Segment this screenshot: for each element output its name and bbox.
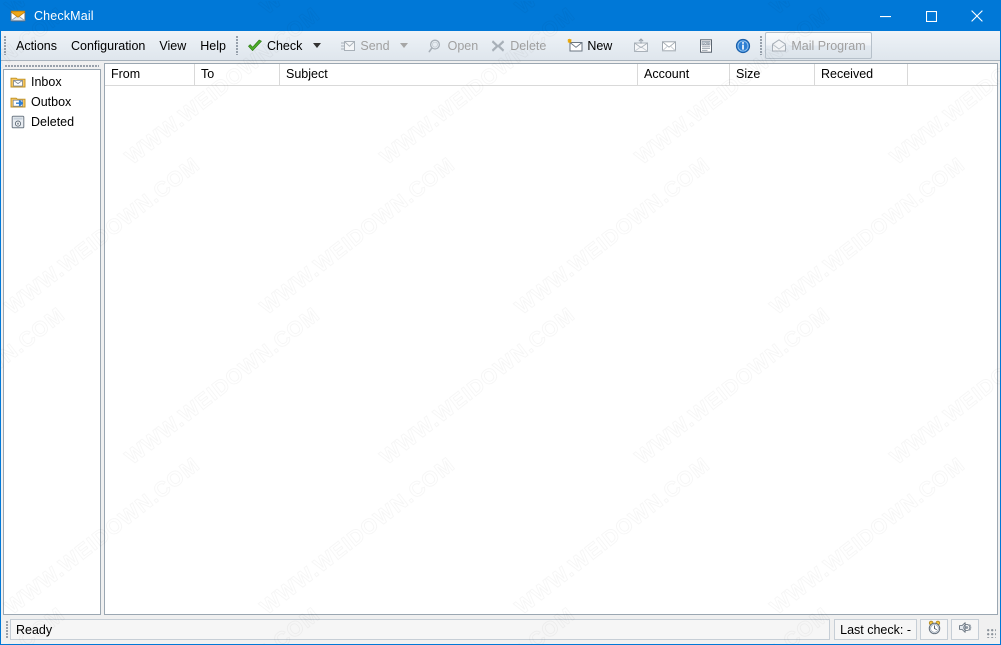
- send-button-label: Send: [360, 38, 390, 53]
- mailprogram-toolbar-grip[interactable]: [757, 36, 765, 55]
- sidebar-item-label: Deleted: [31, 115, 75, 129]
- chevron-down-icon: [312, 43, 321, 48]
- magnifier-icon: [428, 38, 444, 54]
- close-icon: [971, 10, 983, 22]
- status-message: Ready: [10, 619, 831, 640]
- mail-program-label: Mail Program: [791, 38, 866, 53]
- info-button[interactable]: [729, 32, 757, 59]
- gray-x-icon: [490, 38, 506, 54]
- alarm-clock-icon: [927, 620, 942, 640]
- schedule-button[interactable]: [920, 619, 948, 640]
- column-header-received[interactable]: Received: [815, 64, 908, 85]
- send-button[interactable]: Send: [334, 32, 395, 59]
- column-header-filler[interactable]: [908, 64, 997, 85]
- menu-bar: Actions Configuration View Help: [9, 31, 233, 60]
- folder-tree[interactable]: Inbox Outbox Deleted: [3, 69, 101, 615]
- open-button[interactable]: Open: [422, 32, 485, 59]
- sidebar-item-deleted[interactable]: Deleted: [4, 112, 100, 132]
- maximize-icon: [925, 10, 937, 22]
- column-header-to[interactable]: To: [195, 64, 280, 85]
- deleted-folder-icon: [10, 114, 26, 130]
- speaker-icon: [958, 620, 973, 640]
- last-check-panel: Last check: -: [834, 619, 917, 640]
- message-list-header: From To Subject Account Size Received: [105, 64, 997, 86]
- message-list-rows[interactable]: [105, 86, 997, 614]
- sidebar-item-label: Inbox: [31, 75, 62, 89]
- menu-help[interactable]: Help: [193, 32, 233, 60]
- window-title: CheckMail: [34, 9, 94, 23]
- column-header-subject[interactable]: Subject: [280, 64, 638, 85]
- mail-program-button[interactable]: Mail Program: [765, 32, 872, 59]
- window-controls: [862, 1, 1000, 31]
- check-button-label: Check: [266, 38, 303, 53]
- toolbar-strip: Actions Configuration View Help Check Se…: [1, 31, 1000, 61]
- sidebar-item-label: Outbox: [31, 95, 72, 109]
- statusbar-grip[interactable]: [3, 619, 10, 640]
- close-button[interactable]: [954, 1, 1000, 31]
- sound-button[interactable]: [951, 619, 979, 640]
- message-list: From To Subject Account Size Received: [104, 63, 998, 615]
- open-button-label: Open: [447, 38, 479, 53]
- open-envelope-icon: [771, 38, 787, 54]
- menu-view[interactable]: View: [152, 32, 193, 60]
- send-mail-icon: [340, 38, 356, 54]
- send-dropdown-button[interactable]: [396, 32, 413, 59]
- app-envelope-icon: [10, 8, 26, 24]
- status-bar: Ready Last check: -: [1, 617, 1000, 644]
- delete-button[interactable]: Delete: [484, 32, 552, 59]
- main-toolbar: Check Send Open Delete New LOG Mail Prog…: [241, 31, 872, 60]
- new-button[interactable]: New: [561, 32, 618, 59]
- sidebar: Inbox Outbox Deleted: [1, 61, 101, 617]
- checkmail-window: CheckMail Actions Configuration View Hel…: [0, 0, 1001, 645]
- resize-grip[interactable]: [982, 619, 998, 640]
- column-header-account[interactable]: Account: [638, 64, 730, 85]
- chevron-down-icon: [400, 43, 409, 48]
- minimize-button[interactable]: [862, 1, 908, 31]
- envelope-icon: [661, 38, 677, 54]
- toolbar-grip[interactable]: [233, 31, 241, 60]
- check-button[interactable]: Check: [241, 32, 308, 59]
- menu-actions[interactable]: Actions: [9, 32, 64, 60]
- inbox-folder-icon: [10, 74, 26, 90]
- sidebar-item-inbox[interactable]: Inbox: [4, 72, 100, 92]
- log-button[interactable]: LOG: [692, 32, 720, 59]
- column-header-size[interactable]: Size: [730, 64, 815, 85]
- sidebar-item-outbox[interactable]: Outbox: [4, 92, 100, 112]
- title-bar: CheckMail: [1, 1, 1000, 31]
- info-icon: [735, 38, 751, 54]
- green-check-icon: [247, 38, 263, 54]
- new-mail-icon: [567, 38, 583, 54]
- mail-with-arrow-button[interactable]: [627, 32, 655, 59]
- maximize-button[interactable]: [908, 1, 954, 31]
- check-dropdown-button[interactable]: [308, 32, 325, 59]
- delete-button-label: Delete: [510, 38, 547, 53]
- envelope-button[interactable]: [655, 32, 683, 59]
- column-header-from[interactable]: From: [105, 64, 195, 85]
- svg-text:LOG: LOG: [703, 41, 710, 45]
- menubar-grip[interactable]: [1, 31, 9, 60]
- mail-with-arrow-icon: [633, 37, 649, 54]
- log-icon: LOG: [698, 38, 714, 54]
- new-button-label: New: [587, 38, 613, 53]
- main-body: Inbox Outbox Deleted From To Subject Acc…: [1, 61, 1000, 617]
- minimize-icon: [879, 15, 891, 17]
- outbox-folder-icon: [10, 94, 26, 110]
- menu-configuration[interactable]: Configuration: [64, 32, 152, 60]
